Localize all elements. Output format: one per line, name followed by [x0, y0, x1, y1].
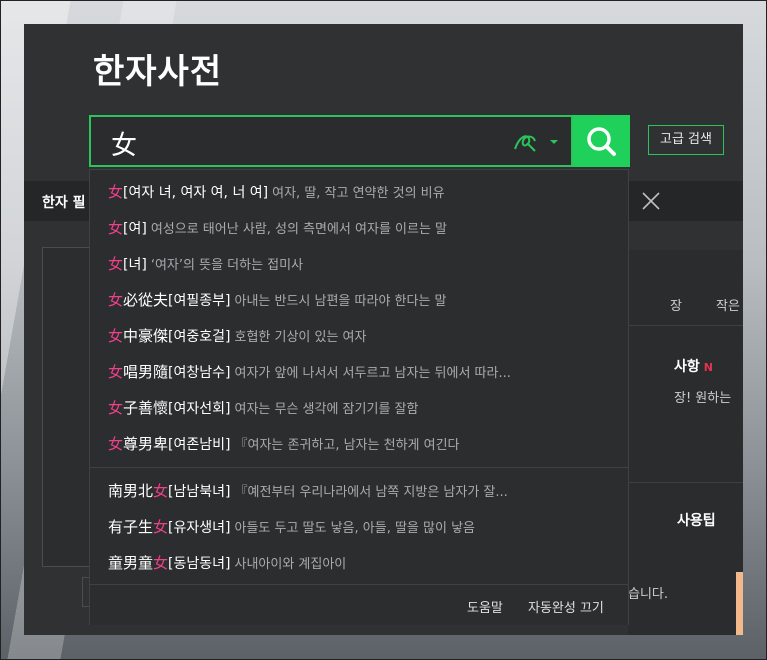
suggestion-item[interactable]: 女子善懷[여자선회] 여자는 무슨 생각에 잠기기를 잘함 — [108, 397, 613, 419]
autocomplete-off-button[interactable]: 자동완성 끄기 — [528, 597, 604, 616]
new-badge: N — [703, 361, 713, 374]
suggestion-item[interactable]: 女唱男隨[여창남수] 여자가 앞에 나서서 서두르고 남자는 뒤에서 따라... — [108, 361, 613, 383]
page-title: 한자사전 — [93, 52, 223, 92]
suggestion-item[interactable]: 有子生女[유자생녀] 아들도 두고 딸도 낳음, 아들, 딸을 많이 낳음 — [108, 516, 613, 538]
notice-text: 장! 원하는 — [674, 391, 732, 406]
help-link[interactable]: 도움말 — [467, 597, 503, 616]
suggestion-item[interactable]: 童男童女[동남동녀] 사내아이와 계집아이 — [108, 552, 613, 574]
hanja-tab-label[interactable]: 한자 필 — [42, 192, 86, 212]
chevron-down-icon[interactable] — [548, 137, 560, 147]
suggestion-item[interactable]: 女必從夫[여필종부] 아내는 반드시 남편을 따라야 한다는 말 — [108, 289, 613, 311]
divider — [628, 325, 743, 326]
search-icon — [587, 127, 616, 156]
side-content: 장 작은 사항 N 장! 원하는 사용팁 습니다. — [628, 250, 743, 635]
notice-title[interactable]: 사항 N — [674, 356, 713, 376]
autocomplete-dropdown: 女[여자 녀, 여자 여, 너 여] 여자, 딸, 작고 연약한 것의 비유 女[… — [89, 169, 629, 625]
suggestion-item[interactable]: 女尊男卑[여존남비] 『여자는 존귀하고, 남자는 천하게 여긴다 — [108, 433, 613, 455]
search-button[interactable] — [573, 115, 630, 167]
accent-bar — [736, 572, 743, 635]
close-icon[interactable] — [639, 189, 663, 213]
side-text-1: 장 — [670, 299, 682, 314]
handwriting-icon[interactable] — [511, 129, 539, 155]
suggestion-item[interactable]: 南男北女[남남북녀] 『예전부터 우리나라에서 남쪽 지방은 남자가 잘... — [108, 480, 613, 502]
dropdown-footer: 도움말 자동완성 끄기 — [90, 585, 628, 625]
search-input[interactable]: 女 — [89, 115, 573, 167]
suggestion-item[interactable]: 女[여자 녀, 여자 여, 너 여] 여자, 딸, 작고 연약한 것의 비유 — [108, 181, 613, 203]
suggestion-item[interactable]: 女中豪傑[여중호걸] 호협한 기상이 있는 여자 — [108, 325, 613, 347]
tips-title[interactable]: 사용팁 — [677, 510, 716, 530]
divider — [628, 482, 743, 483]
advanced-search-button[interactable]: 고급 검색 — [648, 125, 724, 155]
bottom-text: 습니다. — [628, 587, 669, 602]
suggestion-item[interactable]: 女[여] 여성으로 태어난 사람, 성의 측면에서 여자를 이르는 말 — [108, 217, 613, 239]
suggestion-divider — [90, 467, 628, 468]
suggestion-item[interactable]: 女[녀] ‘여자’의 뜻을 더하는 접미사 — [108, 253, 613, 275]
search-input-value[interactable]: 女 — [111, 125, 137, 162]
side-text-2: 작은 — [716, 299, 740, 314]
